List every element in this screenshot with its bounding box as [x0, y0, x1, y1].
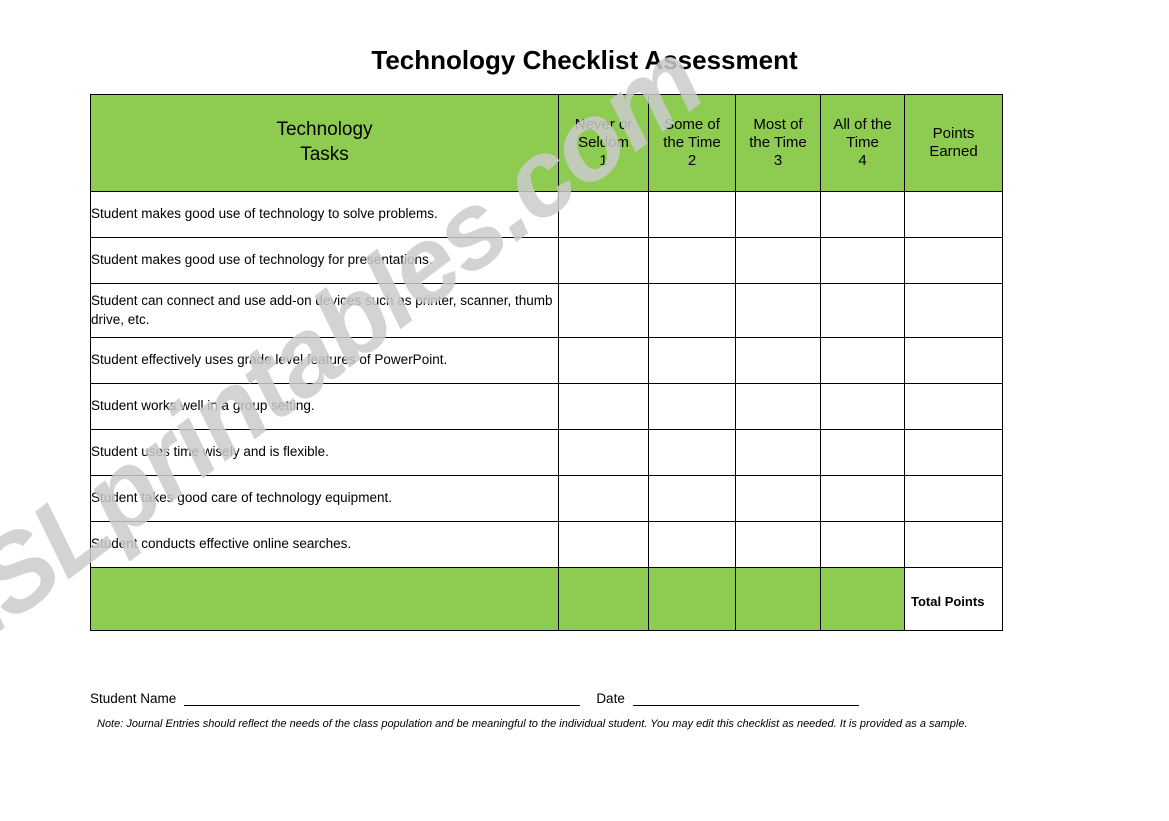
header-all-of-the-time: All of the Time 4	[820, 94, 905, 192]
table-row: Student works well in a group setting.	[90, 383, 1003, 430]
rating-cell-all-of-the-time[interactable]	[820, 521, 905, 568]
total-row-filler-never-or-seldom	[558, 567, 649, 631]
rating-cell-some-of-the-time[interactable]	[648, 337, 736, 384]
rating-cell-never-or-seldom[interactable]	[558, 237, 649, 284]
table-row: Student can connect and use add-on devic…	[90, 283, 1003, 338]
header-scale-4-line1: Points	[932, 124, 975, 142]
header-scale-3-line3: 4	[858, 152, 867, 170]
rating-cell-most-of-the-time[interactable]	[735, 337, 821, 384]
table-row: Student makes good use of technology to …	[90, 191, 1003, 238]
header-scale-3-line1: All of the	[833, 115, 892, 133]
rating-cell-most-of-the-time[interactable]	[735, 237, 821, 284]
page-title: Technology Checklist Assessment	[371, 45, 798, 75]
task-label: Student effectively uses grade level fea…	[90, 337, 559, 384]
rating-cell-all-of-the-time[interactable]	[820, 191, 905, 238]
header-scale-4-line2: Earned	[929, 143, 978, 160]
rating-cell-some-of-the-time[interactable]	[648, 521, 736, 568]
rating-cell-never-or-seldom[interactable]	[558, 191, 649, 238]
rating-cell-all-of-the-time[interactable]	[820, 429, 905, 476]
points-earned-cell[interactable]	[904, 521, 1003, 568]
points-earned-cell[interactable]	[904, 429, 1003, 476]
date-label: Date	[596, 691, 625, 706]
rating-cell-some-of-the-time[interactable]	[648, 283, 736, 338]
rating-cell-most-of-the-time[interactable]	[735, 521, 821, 568]
points-earned-cell[interactable]	[904, 237, 1003, 284]
table-row: Student conducts effective online search…	[90, 521, 1003, 568]
rating-cell-never-or-seldom[interactable]	[558, 475, 649, 522]
header-scale-3-line2: Time	[846, 133, 879, 151]
signature-row: Student Name Date	[90, 686, 1090, 706]
task-label: Student uses time wisely and is flexible…	[90, 429, 559, 476]
header-most-of-the-time: Most of the Time 3	[735, 94, 821, 192]
technology-checklist-table: Technology Tasks Never or Seldom 1 Some …	[90, 94, 1003, 631]
table-row: Student uses time wisely and is flexible…	[90, 429, 1003, 476]
header-points-earned: Points Earned	[904, 94, 1003, 192]
rating-cell-some-of-the-time[interactable]	[648, 191, 736, 238]
points-earned-cell[interactable]	[904, 383, 1003, 430]
rating-cell-all-of-the-time[interactable]	[820, 337, 905, 384]
total-row-filler-tasks	[90, 567, 559, 631]
student-name-label: Student Name	[90, 691, 177, 706]
rating-cell-never-or-seldom[interactable]	[558, 429, 649, 476]
rating-cell-most-of-the-time[interactable]	[735, 475, 821, 522]
rating-cell-all-of-the-time[interactable]	[820, 283, 905, 338]
total-row-filler-some-of-the-time	[648, 567, 736, 631]
total-points-row: Total Points	[90, 567, 1003, 631]
total-points-cell[interactable]: Total Points	[904, 567, 1003, 631]
header-scale-2-line3: 3	[773, 152, 783, 170]
points-earned-cell[interactable]	[904, 475, 1003, 522]
student-name-input[interactable]	[184, 691, 581, 706]
task-label: Student makes good use of technology for…	[90, 237, 559, 284]
header-tasks-line2: Tasks	[300, 144, 349, 165]
table-header-row: Technology Tasks Never or Seldom 1 Some …	[90, 94, 1003, 192]
rating-cell-some-of-the-time[interactable]	[648, 383, 736, 430]
date-input[interactable]	[632, 691, 859, 706]
points-earned-cell[interactable]	[904, 191, 1003, 238]
rating-cell-most-of-the-time[interactable]	[735, 429, 821, 476]
task-label: Student works well in a group setting.	[90, 383, 559, 430]
header-never-or-seldom: Never or Seldom 1	[558, 94, 649, 192]
header-scale-0-line3: 1	[599, 152, 608, 170]
header-scale-0-line1: Never or	[574, 115, 633, 133]
rating-cell-some-of-the-time[interactable]	[648, 237, 736, 284]
header-scale-1-line1: Some of	[664, 115, 720, 133]
task-label: Student conducts effective online search…	[90, 521, 559, 568]
rating-cell-most-of-the-time[interactable]	[735, 191, 821, 238]
header-scale-2-line2: the Time	[749, 133, 807, 151]
header-scale-1-line3: 2	[687, 152, 697, 170]
points-earned-cell[interactable]	[904, 283, 1003, 338]
header-scale-0-line2: Seldom	[578, 133, 629, 151]
rating-cell-all-of-the-time[interactable]	[820, 383, 905, 430]
task-label: Student can connect and use add-on devic…	[90, 283, 559, 338]
rating-cell-all-of-the-time[interactable]	[820, 237, 905, 284]
table-row: Student makes good use of technology for…	[90, 237, 1003, 284]
rating-cell-never-or-seldom[interactable]	[558, 521, 649, 568]
rating-cell-some-of-the-time[interactable]	[648, 475, 736, 522]
rating-cell-never-or-seldom[interactable]	[558, 337, 649, 384]
total-row-filler-all-of-the-time	[820, 567, 905, 631]
footer-note: Note: Journal Entries should reflect the…	[97, 718, 968, 730]
footer-signature-area: Student Name Date	[90, 686, 1090, 706]
header-tasks-line1: Technology	[276, 119, 373, 141]
document-page: Technology Checklist Assessment Technolo…	[0, 0, 1169, 821]
total-row-filler-most-of-the-time	[735, 567, 821, 631]
rating-cell-all-of-the-time[interactable]	[820, 475, 905, 522]
header-scale-2-line1: Most of	[753, 115, 803, 133]
rating-cell-some-of-the-time[interactable]	[648, 429, 736, 476]
points-earned-cell[interactable]	[904, 337, 1003, 384]
header-some-of-the-time: Some of the Time 2	[648, 94, 736, 192]
rating-cell-never-or-seldom[interactable]	[558, 383, 649, 430]
task-label: Student makes good use of technology to …	[90, 191, 559, 238]
table-row: Student takes good care of technology eq…	[90, 475, 1003, 522]
rating-cell-most-of-the-time[interactable]	[735, 383, 821, 430]
rating-cell-never-or-seldom[interactable]	[558, 283, 649, 338]
total-points-label: Total Points	[911, 593, 985, 609]
table-row: Student effectively uses grade level fea…	[90, 337, 1003, 384]
header-scale-1-line2: the Time	[663, 133, 721, 151]
header-technology-tasks: Technology Tasks	[90, 94, 559, 192]
task-label: Student takes good care of technology eq…	[90, 475, 559, 522]
rating-cell-most-of-the-time[interactable]	[735, 283, 821, 338]
